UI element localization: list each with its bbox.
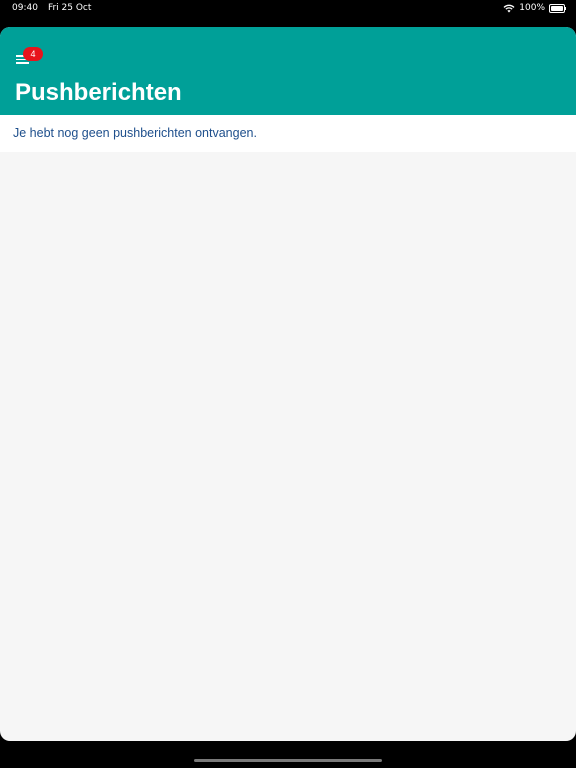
empty-state-row: Je hebt nog geen pushberichten ontvangen… [0, 115, 576, 152]
notification-badge: 4 [23, 47, 43, 61]
empty-state-message: Je hebt nog geen pushberichten ontvangen… [13, 126, 257, 140]
app-sheet: 4 Pushberichten Je hebt nog geen pushber… [0, 27, 576, 741]
battery-icon [549, 4, 566, 13]
battery-percentage: 100% [519, 3, 545, 13]
status-time: 09:40 [12, 3, 38, 13]
status-bar: 09:40 Fri 25 Oct 100% [0, 0, 576, 16]
wifi-icon [503, 4, 515, 13]
status-right: 100% [503, 3, 566, 13]
status-date: Fri 25 Oct [47, 3, 92, 13]
header: 4 Pushberichten [0, 27, 576, 115]
page-title: Pushberichten [15, 79, 182, 106]
home-indicator[interactable] [194, 759, 382, 762]
status-left: 09:40 Fri 25 Oct [12, 3, 91, 13]
